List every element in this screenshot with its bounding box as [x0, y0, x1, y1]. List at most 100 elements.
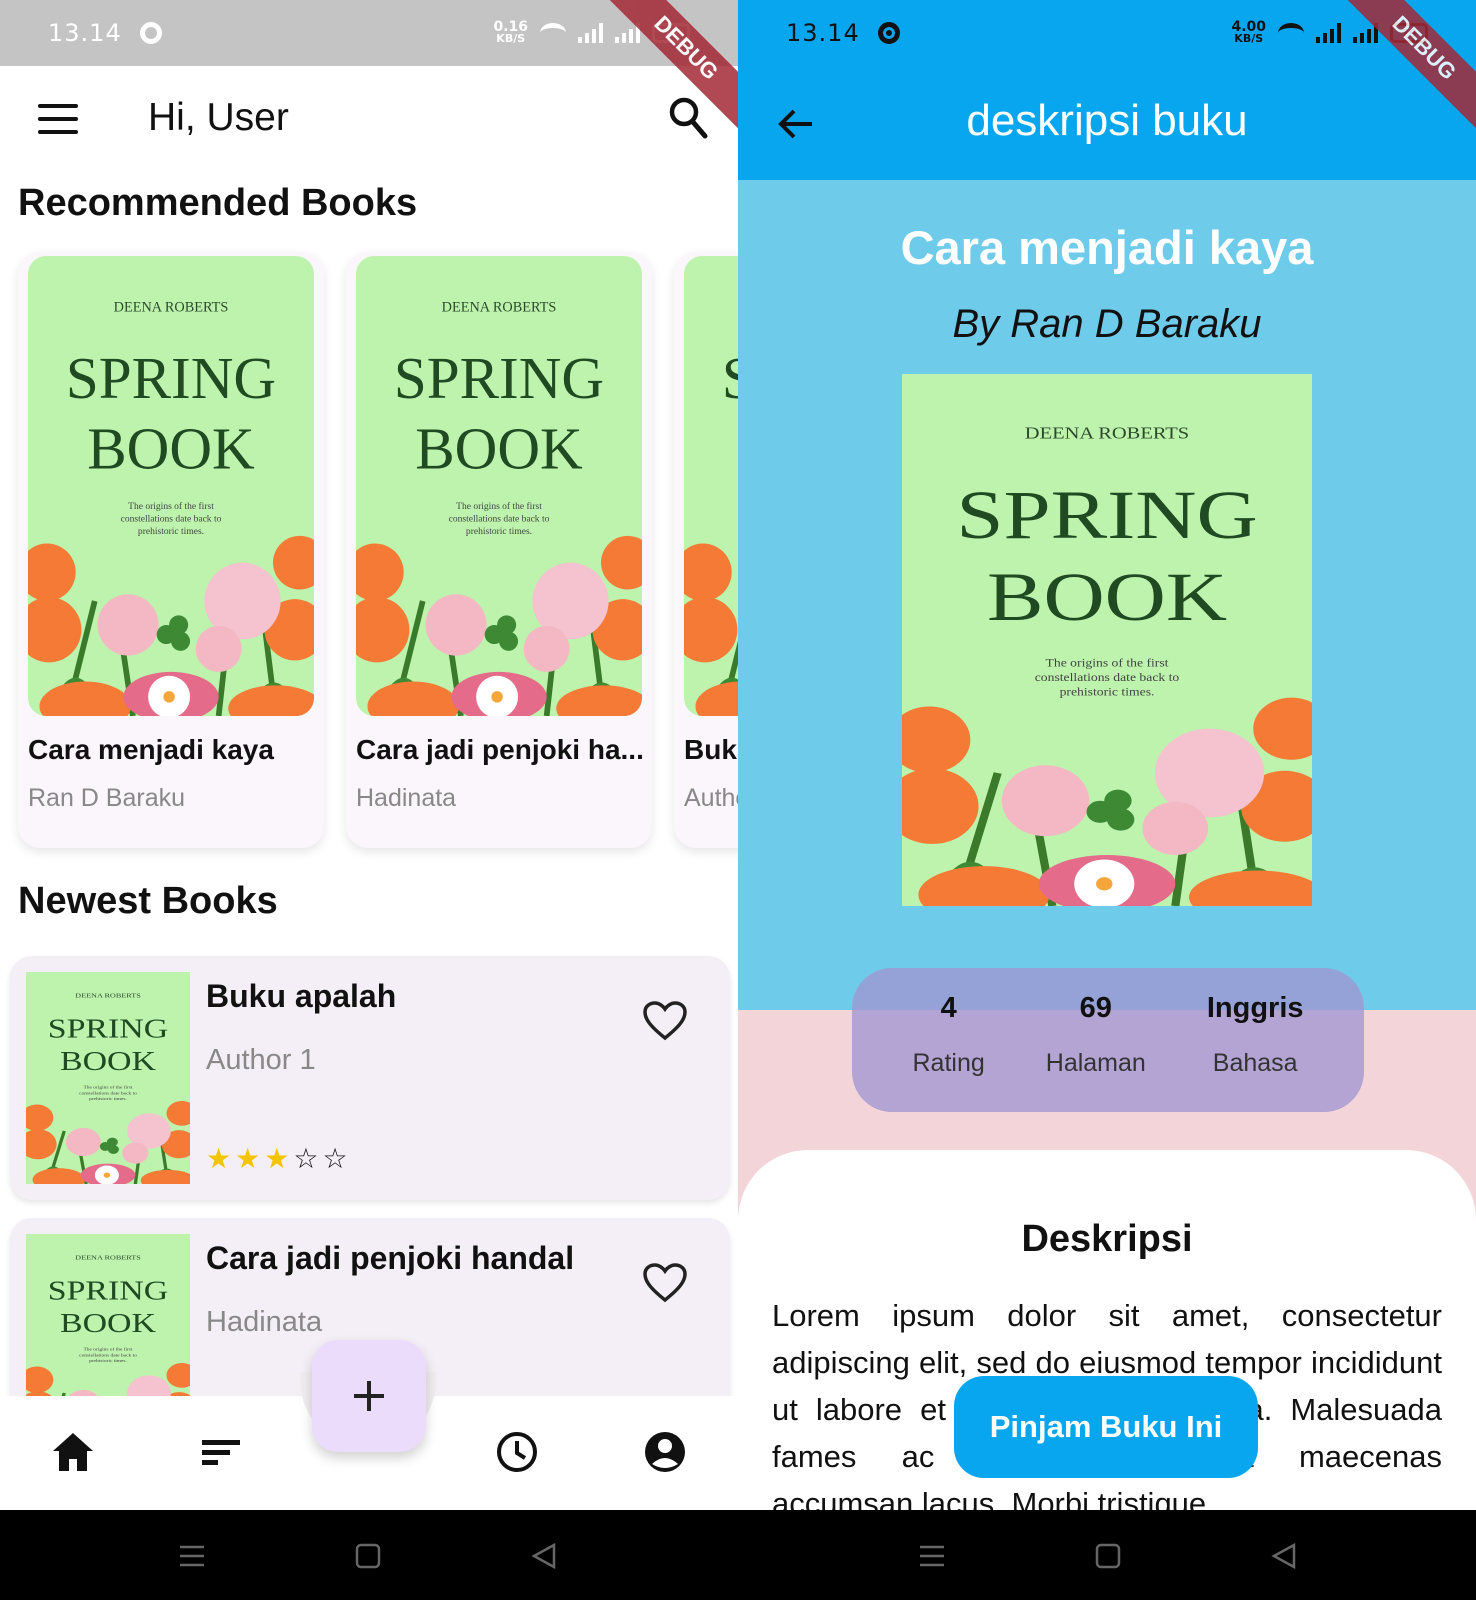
- home-button-icon[interactable]: [1094, 1542, 1122, 1570]
- history-icon[interactable]: [494, 1430, 540, 1474]
- book-cover-art: DEENA ROBERTS SPRING BOOK The origins of…: [26, 972, 190, 1184]
- star-filled-icon: ★: [264, 1143, 290, 1174]
- book-cover-art: DEENA ROBERTS SPRING BOOK The origins of…: [28, 256, 314, 716]
- system-navigation-bar: [0, 1510, 1476, 1600]
- book-author: By Ran D Baraku: [952, 302, 1262, 346]
- book-cover: DEENA ROBERTS SPRING BOOK The origins of…: [902, 374, 1312, 906]
- book-author: Author 1: [206, 1044, 316, 1076]
- svg-text:prehistoric times.: prehistoric times.: [138, 526, 204, 537]
- favorite-icon[interactable]: [642, 1000, 688, 1042]
- stat-language: Inggris Bahasa: [1206, 992, 1304, 1077]
- svg-text:BOOK: BOOK: [987, 559, 1227, 636]
- back-button-icon[interactable]: [530, 1542, 558, 1570]
- back-button-icon[interactable]: [1270, 1542, 1298, 1570]
- network-speed: 4.00 KB/S: [1231, 19, 1266, 45]
- svg-text:BOOK: BOOK: [60, 1046, 156, 1076]
- notification-dot-icon: [877, 22, 900, 44]
- svg-text:constellations date back to: constellations date back to: [449, 513, 550, 524]
- svg-text:The origins of the first: The origins of the first: [456, 501, 542, 512]
- stat-pages: 69 Halaman: [1045, 992, 1146, 1077]
- search-icon[interactable]: [668, 96, 708, 140]
- stat-rating: 4 Rating: [912, 992, 985, 1077]
- recents-icon[interactable]: [178, 1542, 206, 1570]
- borrow-button[interactable]: Pinjam Buku Ini: [954, 1376, 1258, 1478]
- svg-text:DEENA ROBERTS: DEENA ROBERTS: [75, 1253, 141, 1261]
- book-title: Cara jadi penjoki ha...: [356, 734, 644, 765]
- recommended-title: Recommended Books: [18, 182, 418, 224]
- svg-text:prehistoric times.: prehistoric times.: [89, 1097, 127, 1101]
- svg-text:prehistoric times.: prehistoric times.: [1060, 686, 1155, 698]
- wifi-icon: [1278, 23, 1304, 43]
- network-speed: 0.16 KB/S: [493, 19, 528, 45]
- book-detail-screen: 13.14 4.00 KB/S 79 DEBUG deskripsi buku …: [738, 0, 1476, 1510]
- book-cover-art: DEENA ROBERTS SPRING BOOK The origins of…: [902, 374, 1312, 906]
- book-cover: DEENA ROBERTS SPRING BOOK The origins of…: [356, 256, 642, 716]
- home-icon[interactable]: [50, 1430, 96, 1474]
- star-filled-icon: ★: [206, 1143, 232, 1174]
- svg-text:constellations date back to: constellations date back to: [79, 1354, 137, 1358]
- svg-text:prehistoric times.: prehistoric times.: [466, 526, 532, 537]
- app-bar: deskripsi buku: [738, 66, 1476, 180]
- book-cover: DEENA ROBERTS SPRING BOOK The origins of…: [684, 256, 738, 716]
- svg-text:SPRING: SPRING: [394, 345, 604, 411]
- book-author: Hadinata: [356, 784, 457, 812]
- page-title: deskripsi buku: [966, 96, 1248, 145]
- signal-icon: [1316, 23, 1341, 43]
- recommended-book-card[interactable]: DEENA ROBERTS SPRING BOOK The origins of…: [18, 252, 324, 848]
- book-cover-art: DEENA ROBERTS SPRING BOOK The origins of…: [684, 256, 738, 716]
- svg-text:DEENA ROBERTS: DEENA ROBERTS: [1025, 424, 1189, 443]
- book-cover: DEENA ROBERTS SPRING BOOK The origins of…: [26, 972, 190, 1184]
- add-icon: [354, 1381, 384, 1411]
- svg-text:prehistoric times.: prehistoric times.: [89, 1359, 127, 1363]
- svg-text:BOOK: BOOK: [415, 416, 583, 482]
- notification-dot-icon: [139, 22, 162, 44]
- wifi-icon: [540, 23, 566, 43]
- svg-text:SPRING: SPRING: [48, 1013, 169, 1043]
- svg-text:constellations date back to: constellations date back to: [79, 1092, 137, 1096]
- book-title: Buku apalah: [684, 734, 738, 765]
- svg-text:DEENA ROBERTS: DEENA ROBERTS: [75, 991, 141, 999]
- svg-text:The origins of the first: The origins of the first: [83, 1086, 133, 1090]
- svg-text:The origins of the first: The origins of the first: [128, 501, 214, 512]
- favorite-icon[interactable]: [642, 1262, 688, 1304]
- recommended-book-card[interactable]: DEENA ROBERTS SPRING BOOK The origins of…: [674, 252, 738, 848]
- status-time: 13.14: [786, 19, 860, 47]
- recents-icon[interactable]: [918, 1542, 946, 1570]
- book-title: Cara menjadi kaya: [28, 734, 274, 765]
- book-cover-art: DEENA ROBERTS SPRING BOOK The origins of…: [356, 256, 642, 716]
- book-author: Hadinata: [206, 1306, 323, 1338]
- menu-icon[interactable]: [38, 104, 78, 134]
- svg-text:SPRING: SPRING: [48, 1275, 169, 1305]
- signal-icon: [578, 23, 603, 43]
- svg-text:DEENA ROBERTS: DEENA ROBERTS: [114, 300, 229, 316]
- add-book-button[interactable]: [312, 1340, 426, 1452]
- app-bar: Hi, User: [0, 66, 738, 172]
- recommended-book-card[interactable]: DEENA ROBERTS SPRING BOOK The origins of…: [346, 252, 652, 848]
- home-screen: 13.14 0.16 KB/S 79 DEBUG Hi, User Recomm…: [0, 0, 738, 1510]
- svg-text:DEENA ROBERTS: DEENA ROBERTS: [442, 300, 557, 316]
- newest-title: Newest Books: [18, 880, 278, 922]
- book-author: Ran D Baraku: [28, 784, 186, 812]
- svg-text:SPRING: SPRING: [722, 345, 738, 411]
- svg-text:constellations date back to: constellations date back to: [1035, 671, 1180, 683]
- book-author: Author 1: [684, 784, 738, 812]
- account-icon[interactable]: [642, 1430, 688, 1474]
- newest-book-card[interactable]: DEENA ROBERTS SPRING BOOK The origins of…: [10, 956, 730, 1200]
- svg-text:BOOK: BOOK: [87, 416, 255, 482]
- book-stats: 4 Rating 69 Halaman Inggris Bahasa: [852, 968, 1364, 1112]
- svg-text:The origins of the first: The origins of the first: [1046, 657, 1170, 669]
- star-empty-icon: ☆: [322, 1143, 348, 1174]
- star-empty-icon: ☆: [293, 1143, 319, 1174]
- sort-icon[interactable]: [198, 1430, 244, 1474]
- svg-text:constellations date back to: constellations date back to: [121, 513, 222, 524]
- svg-text:SPRING: SPRING: [66, 345, 276, 411]
- svg-text:SPRING: SPRING: [956, 477, 1257, 554]
- home-button-icon[interactable]: [354, 1542, 382, 1570]
- greeting-text: Hi, User: [148, 96, 289, 139]
- rating-stars: ★ ★ ★ ☆ ☆: [206, 1142, 348, 1175]
- book-title: Buku apalah: [206, 978, 397, 1014]
- star-filled-icon: ★: [235, 1143, 261, 1174]
- book-title: Cara menjadi kaya: [900, 221, 1314, 274]
- status-time: 13.14: [48, 19, 122, 47]
- description-title: Deskripsi: [1021, 1218, 1193, 1260]
